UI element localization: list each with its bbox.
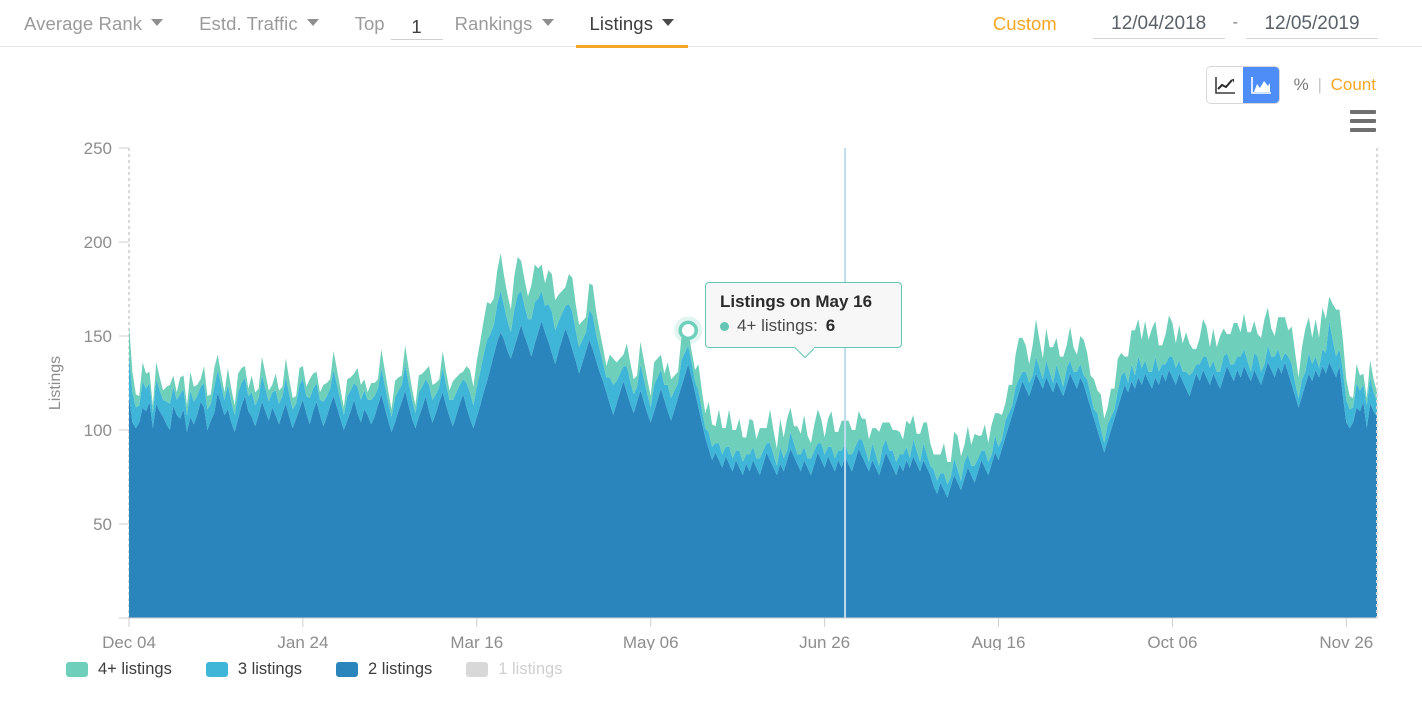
hamburger-bar	[1350, 110, 1376, 114]
x-axis-tick-label: May 06	[623, 633, 679, 650]
metric-tab-bar: Average Rank Estd. Traffic Top Rankings …	[0, 0, 1422, 48]
custom-date-range-button[interactable]: Custom	[993, 0, 1057, 47]
y-axis-tick-label: 200	[84, 233, 112, 252]
legend-item-4plus[interactable]: 4+ listings	[66, 660, 172, 679]
tab-average-rank[interactable]: Average Rank	[24, 0, 164, 47]
tooltip-arrow	[794, 347, 814, 358]
tooltip-series-value: 6	[825, 316, 836, 335]
area-chart-icon[interactable]	[1242, 67, 1279, 103]
chart-legend: 4+ listings 3 listings 2 listings 1 list…	[66, 660, 562, 679]
chevron-down-icon	[151, 18, 164, 26]
x-axis-tick-label: Oct 06	[1147, 633, 1197, 650]
x-axis-tick-label: Jan 24	[277, 633, 328, 650]
top-n-input[interactable]	[390, 15, 443, 40]
chart-tooltip: Listings on May 16 4+ listings: 6	[705, 282, 902, 348]
end-date-input[interactable]	[1246, 11, 1378, 39]
x-axis-tick-label: Jun 26	[799, 633, 850, 650]
legend-label: 2 listings	[368, 660, 433, 678]
percent-mode-button[interactable]: %	[1294, 75, 1309, 94]
highlight-point-marker[interactable]	[674, 316, 703, 345]
tab-listings[interactable]: Listings	[575, 0, 688, 48]
listings-chart-page: Average Rank Estd. Traffic Top Rankings …	[0, 0, 1422, 702]
x-axis-tick-label: Dec 04	[102, 633, 156, 650]
legend-label: 3 listings	[237, 660, 303, 678]
chevron-down-icon	[662, 18, 675, 26]
legend-swatch	[466, 662, 489, 677]
chart-type-toggle	[1205, 66, 1280, 104]
hamburger-bar	[1350, 119, 1376, 123]
x-axis-tick-label: Aug 16	[972, 633, 1026, 650]
chevron-down-icon	[541, 18, 554, 26]
y-axis-tick-label: 150	[84, 327, 112, 346]
value-mode-separator: |	[1317, 75, 1322, 94]
legend-swatch	[336, 662, 359, 677]
value-mode-toggle: % | Count	[1294, 75, 1376, 95]
tab-rankings-label: Rankings	[454, 12, 533, 34]
line-chart-icon[interactable]	[1206, 67, 1243, 103]
listings-area-chart: 50 100 150 200 250 Listings Dec 04 Jan 24 Mar 16…	[0, 126, 1422, 650]
legend-item-1[interactable]: 1 listings	[466, 660, 562, 679]
y-axis-tick-label: 100	[84, 421, 112, 440]
chart-controls: % | Count	[1205, 66, 1376, 104]
tab-listings-label: Listings	[589, 12, 654, 34]
legend-swatch	[66, 662, 88, 677]
top-prefix-label: Top	[354, 12, 385, 34]
x-axis-tick-label: Nov 26	[1319, 633, 1373, 650]
count-mode-button[interactable]: Count	[1331, 75, 1376, 94]
y-axis-tick-label: 50	[93, 515, 112, 534]
tooltip-series-row: 4+ listings: 6	[720, 316, 887, 336]
tab-estd-traffic[interactable]: Estd. Traffic	[199, 0, 319, 47]
legend-item-3[interactable]: 3 listings	[205, 660, 303, 679]
y-axis-title: Listings	[47, 356, 64, 410]
start-date-input[interactable]	[1092, 11, 1225, 39]
y-axis-tick-label: 250	[84, 139, 112, 158]
legend-swatch	[205, 662, 228, 677]
chart-svg[interactable]: 50 100 150 200 250 Listings Dec 04 Jan 24 Mar 16…	[0, 126, 1422, 650]
tooltip-title: Listings on May 16	[720, 292, 873, 311]
legend-label: 1 listings	[498, 660, 563, 678]
date-range-group: -	[1092, 10, 1378, 39]
date-range-separator: -	[1232, 14, 1238, 31]
tooltip-series-dot	[720, 321, 729, 331]
legend-label: 4+ listings	[98, 660, 172, 678]
legend-item-2[interactable]: 2 listings	[336, 660, 432, 679]
tooltip-series-label: 4+ listings:	[737, 316, 818, 335]
chevron-down-icon	[306, 18, 319, 26]
x-axis-tick-label: Mar 16	[450, 633, 503, 650]
tab-estd-traffic-label: Estd. Traffic	[199, 12, 298, 34]
tab-average-rank-label: Average Rank	[24, 12, 143, 34]
tab-rankings[interactable]: Top Rankings	[355, 0, 554, 47]
